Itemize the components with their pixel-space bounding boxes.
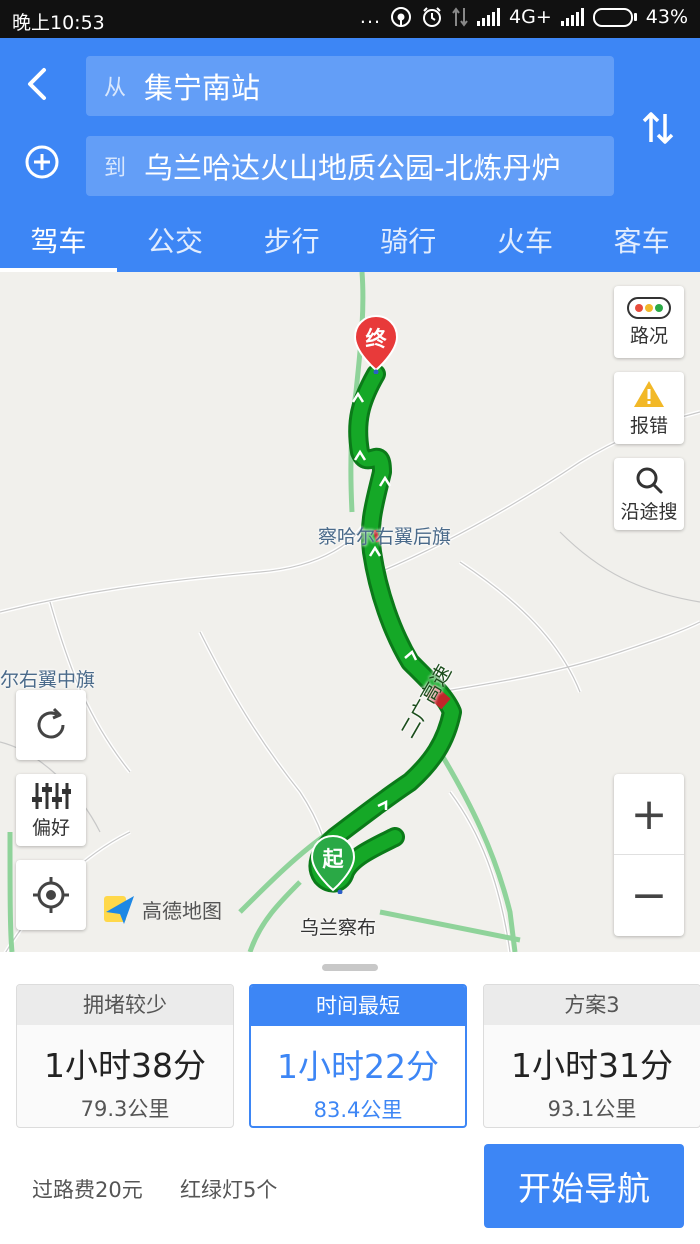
destination-field[interactable]: 到 乌兰哈达火山地质公园-北炼丹炉 (86, 136, 614, 196)
preference-label: 偏好 (31, 816, 70, 839)
tab-train[interactable]: 火车 (467, 210, 584, 272)
plan-distance: 79.3公里 (80, 1097, 170, 1121)
status-time: 晚上10:53 (12, 12, 105, 34)
tab-coach[interactable]: 客车 (583, 210, 700, 272)
plan-card-3[interactable]: 方案3 1小时31分 93.1公里 (483, 984, 700, 1128)
amap-logo: 高德地图 (102, 892, 222, 926)
zoom-controls: + − (614, 774, 684, 936)
tab-bike[interactable]: 骑行 (350, 210, 467, 272)
highway-roads (7, 272, 521, 952)
hotspot-icon (391, 7, 412, 27)
refresh-icon (37, 707, 65, 739)
traffic-button-label: 路况 (629, 324, 668, 347)
plan-card-1[interactable]: 拥堵较少 1小时38分 79.3公里 (16, 984, 234, 1128)
plan-duration: 1小时22分 (277, 1047, 439, 1086)
more-dots-icon: ... (359, 6, 382, 28)
locate-button[interactable] (16, 860, 86, 930)
destination-value: 乌兰哈达火山地质公园-北炼丹炉 (144, 151, 561, 185)
start-navigation-button[interactable]: 开始导航 (484, 1144, 684, 1228)
traffic-button[interactable]: 路况 (614, 286, 684, 358)
toll-info: 过路费20元 (32, 1178, 143, 1202)
plan-duration: 1小时38分 (44, 1046, 206, 1085)
report-error-button[interactable]: 报错 (614, 372, 684, 444)
end-marker-label: 终 (365, 327, 387, 351)
end-marker[interactable]: 终 (353, 314, 399, 375)
amap-logo-icon (104, 896, 134, 924)
battery-icon (592, 7, 637, 27)
tab-walk[interactable]: 步行 (233, 210, 350, 272)
report-error-label: 报错 (629, 414, 668, 437)
plan-duration: 1小时31分 (511, 1046, 673, 1085)
traffic-light-icon (627, 296, 671, 319)
status-bar: 晚上10:53 ... 4G+ 43% (0, 0, 700, 38)
drag-handle[interactable] (322, 964, 378, 971)
add-circle-icon (25, 145, 59, 179)
back-button[interactable] (16, 62, 60, 106)
town-label-left: 尔右翼中旗 (0, 669, 96, 691)
add-waypoint-button[interactable] (22, 142, 62, 182)
battery-percent: 43% (645, 6, 688, 28)
warning-icon (634, 380, 664, 407)
plan-title: 时间最短 (251, 986, 465, 1026)
origin-prefix: 从 (104, 76, 127, 101)
search-along-button[interactable]: 沿途搜 (614, 458, 684, 530)
signal-icon-2 (560, 8, 584, 26)
back-arrow-icon (28, 68, 46, 100)
map-view[interactable]: 二广高速 察哈尔右翼后旗 尔右翼中旗 乌兰察布 终 起 路况 报错 沿途搜 + … (0, 272, 700, 952)
network-type: 4G+ (509, 6, 552, 28)
route-header: 从 集宁南站 到 乌兰哈达火山地质公园-北炼丹炉 驾车 公交 步行 骑行 火车 … (0, 38, 700, 272)
origin-value: 集宁南站 (144, 71, 261, 105)
town-label-lower: 乌兰察布 (300, 917, 377, 939)
tab-bus[interactable]: 公交 (117, 210, 234, 272)
route-plans-panel: 拥堵较少 1小时38分 79.3公里 时间最短 1小时22分 83.4公里 方案… (0, 952, 700, 1244)
sliders-icon (32, 782, 71, 809)
amap-logo-text: 高德地图 (142, 898, 222, 923)
plan-distance: 93.1公里 (547, 1097, 637, 1121)
start-marker[interactable]: 起 (310, 834, 356, 895)
start-marker-label: 起 (322, 847, 344, 871)
tab-drive[interactable]: 驾车 (0, 210, 117, 272)
locate-icon (33, 877, 69, 913)
data-transfer-icon (452, 7, 468, 27)
search-along-label: 沿途搜 (620, 500, 678, 523)
preference-button[interactable]: 偏好 (16, 774, 86, 846)
plan-title: 方案3 (484, 985, 700, 1025)
signal-icon (477, 8, 501, 26)
refresh-button[interactable] (16, 690, 86, 760)
traffic-lights-info: 红绿灯5个 (180, 1178, 278, 1202)
swap-button[interactable] (636, 106, 680, 150)
origin-field[interactable]: 从 集宁南站 (86, 56, 614, 116)
zoom-in-button[interactable]: + (614, 774, 684, 855)
alarm-icon (423, 7, 442, 27)
town-label-upper: 察哈尔右翼后旗 (318, 526, 452, 548)
plan-card-2[interactable]: 时间最短 1小时22分 83.4公里 (249, 984, 467, 1128)
zoom-out-button[interactable]: − (614, 855, 684, 936)
transport-tabs: 驾车 公交 步行 骑行 火车 客车 (0, 210, 700, 272)
swap-arrows-icon (642, 112, 674, 144)
plan-title: 拥堵较少 (17, 985, 233, 1025)
destination-prefix: 到 (104, 156, 127, 181)
search-icon (636, 467, 663, 493)
plan-distance: 83.4公里 (313, 1098, 403, 1122)
